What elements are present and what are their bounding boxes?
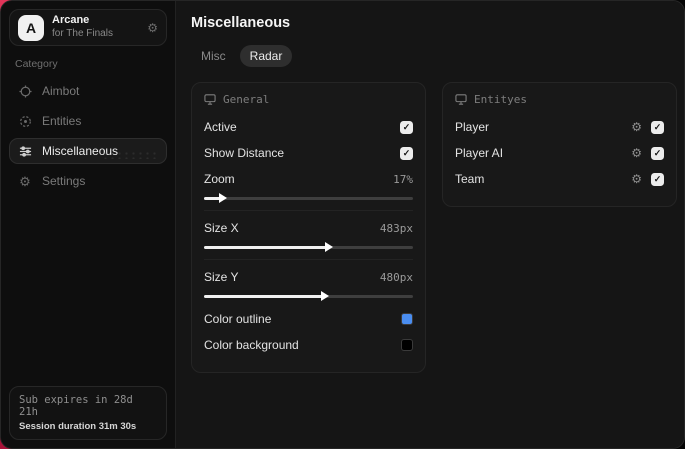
- screen: A Arcane for The Finals Category Aimbot: [0, 0, 685, 449]
- sidebar-item-aimbot[interactable]: Aimbot: [9, 78, 167, 104]
- setting-row-color-background: Color background: [204, 334, 413, 356]
- sub-expires-text: Sub expires in 28d 21h: [19, 394, 133, 418]
- header-gear-icon[interactable]: [147, 22, 158, 34]
- app-logo: A: [18, 14, 44, 41]
- setting-label: Show Distance: [204, 146, 285, 160]
- entity-row-player: Player: [455, 116, 664, 138]
- zoom-slider[interactable]: [204, 193, 413, 203]
- color-background-swatch[interactable]: [401, 339, 413, 351]
- tab-misc[interactable]: Misc: [191, 45, 236, 67]
- app-subtitle: for The Finals: [52, 28, 113, 40]
- size-y-slider[interactable]: [204, 291, 413, 301]
- player-settings-gear-icon[interactable]: [631, 121, 642, 133]
- setting-row-active: Active: [204, 116, 413, 138]
- show-distance-checkbox[interactable]: [400, 146, 413, 160]
- general-panel: General Active Show Distance Zoom 17%: [191, 82, 426, 373]
- setting-row-zoom: Zoom 17%: [204, 168, 413, 190]
- color-outline-swatch[interactable]: [401, 313, 413, 325]
- setting-label: Color outline: [204, 312, 272, 326]
- panels: General Active Show Distance Zoom 17%: [191, 82, 677, 373]
- entities-panel-title: Entityes: [474, 93, 527, 106]
- general-panel-title: General: [223, 93, 270, 106]
- slider-thumb[interactable]: [321, 291, 330, 301]
- setting-row-size-y: Size Y 480px: [204, 266, 413, 288]
- sliders-icon: [18, 144, 32, 158]
- size-x-slider[interactable]: [204, 242, 413, 252]
- setting-label: Active: [204, 120, 237, 134]
- sidebar: A Arcane for The Finals Category Aimbot: [1, 1, 176, 448]
- app-name: Arcane: [52, 14, 90, 27]
- divider: [204, 259, 413, 260]
- sidebar-item-settings[interactable]: Settings: [9, 168, 167, 194]
- slider-fill: [204, 246, 328, 249]
- general-panel-header: General: [204, 93, 413, 106]
- monitor-icon: [204, 94, 216, 105]
- gear-icon: [18, 174, 32, 188]
- subscription-card: Sub expires in 28d 21h Session duration …: [9, 386, 167, 440]
- setting-label: Color background: [204, 338, 299, 352]
- player-ai-checkbox[interactable]: [651, 146, 664, 160]
- page-title: Miscellaneous: [191, 15, 291, 31]
- size-x-value: 483px: [379, 221, 413, 235]
- setting-label: Zoom: [204, 172, 235, 186]
- zoom-value: 17%: [393, 172, 413, 186]
- sidebar-item-label: Settings: [42, 174, 86, 188]
- team-settings-gear-icon[interactable]: [631, 173, 642, 185]
- player-checkbox[interactable]: [651, 120, 664, 134]
- setting-row-color-outline: Color outline: [204, 308, 413, 330]
- team-checkbox[interactable]: [651, 172, 664, 186]
- slider-fill: [204, 295, 324, 298]
- app-header-card: A Arcane for The Finals: [9, 9, 167, 46]
- entities-icon: [18, 114, 32, 128]
- setting-label: Size X: [204, 221, 239, 235]
- size-y-value: 480px: [379, 270, 413, 284]
- sidebar-item-label: Aimbot: [42, 84, 80, 98]
- crosshair-icon: [18, 84, 32, 98]
- sidebar-item-entities[interactable]: Entities: [9, 108, 167, 134]
- sidebar-nav: Aimbot Entities Miscellaneous ⚙ Settings: [9, 78, 167, 194]
- sidebar-item-miscellaneous[interactable]: Miscellaneous: [9, 138, 167, 164]
- category-label: Category: [15, 58, 58, 70]
- entity-row-team: Team: [455, 168, 664, 190]
- player-ai-settings-gear-icon[interactable]: [631, 147, 642, 159]
- setting-row-size-x: Size X 483px: [204, 217, 413, 239]
- sidebar-item-label: Miscellaneous: [42, 144, 119, 158]
- entity-label: Player AI: [455, 146, 504, 160]
- session-duration-text: Session duration 31m 30s: [19, 421, 137, 432]
- entity-row-player-ai: Player AI: [455, 142, 664, 164]
- slider-thumb[interactable]: [218, 193, 227, 203]
- entities-panel: Entityes Player Player AI: [442, 82, 677, 207]
- app-window: A Arcane for The Finals Category Aimbot: [0, 0, 685, 449]
- entity-label: Player: [455, 120, 490, 134]
- setting-label: Size Y: [204, 270, 239, 284]
- entity-label: Team: [455, 172, 485, 186]
- tab-bar: Misc Radar: [191, 45, 677, 67]
- divider: [204, 210, 413, 211]
- slider-track: [204, 197, 413, 200]
- entities-panel-header: Entityes: [455, 93, 664, 106]
- app-titles: Arcane for The Finals: [52, 14, 139, 40]
- active-checkbox[interactable]: [400, 120, 413, 134]
- monitor-icon: [455, 94, 467, 105]
- tab-radar[interactable]: Radar: [239, 45, 293, 67]
- sidebar-item-label: Entities: [42, 114, 82, 128]
- setting-row-show-distance: Show Distance: [204, 142, 413, 164]
- main-content: Miscellaneous Misc Radar General Active …: [176, 1, 684, 448]
- slider-thumb[interactable]: [325, 242, 334, 252]
